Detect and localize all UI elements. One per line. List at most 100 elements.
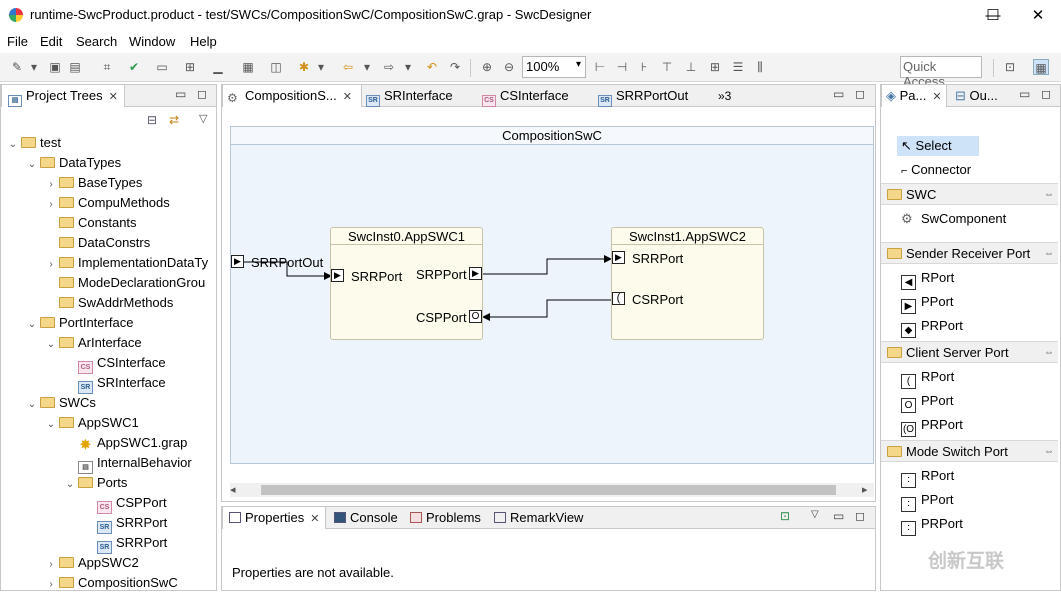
dropdown-icon[interactable]: ▾ — [316, 59, 326, 75]
tab-console[interactable]: Console — [334, 507, 398, 529]
menu-search[interactable]: Search — [76, 34, 117, 49]
palette-item[interactable]: ▶ PPort — [901, 292, 954, 314]
menu-window[interactable]: Window — [129, 34, 175, 49]
collapse-icon[interactable]: ⇔ — [1044, 243, 1054, 265]
swc1-srp-port[interactable]: ▶ — [469, 267, 482, 280]
tab-problems[interactable]: Problems — [410, 507, 481, 529]
dropdown-icon[interactable]: ▾ — [403, 59, 413, 75]
collapsed-icon[interactable]: › — [45, 575, 57, 595]
expanded-icon[interactable]: ⌄ — [64, 475, 76, 495]
collapsed-icon[interactable]: › — [45, 175, 57, 195]
palette-item[interactable]: (RPort — [901, 367, 954, 389]
align-center-icon[interactable]: ⊣ — [614, 59, 630, 75]
layout-icon[interactable]: ⌗ — [99, 59, 115, 75]
maximize-icon[interactable]: ◻ — [855, 509, 865, 523]
maximize-icon[interactable]: ◻ — [197, 87, 207, 101]
tool-icon[interactable]: ✱ — [296, 59, 312, 75]
maximize-icon[interactable]: ◻ — [1041, 87, 1051, 101]
tab-csinterface[interactable]: CS CSInterface — [482, 85, 569, 107]
tab-outline[interactable]: ⊟ Ou... — [955, 85, 998, 107]
align-left-icon[interactable]: ⊢ — [592, 59, 608, 75]
collapse-icon[interactable]: ⇔ — [1044, 184, 1054, 206]
close-icon[interactable]: ✕ — [343, 91, 352, 103]
tab-overflow[interactable]: »3 — [718, 85, 731, 107]
tree-node[interactable]: SR SRRPort — [83, 513, 167, 534]
tree-node[interactable]: CS CSInterface — [64, 353, 166, 374]
palette-group-client-server-port[interactable]: Client Server Port ⇔ — [881, 341, 1058, 363]
dropdown-icon[interactable]: ▾ — [29, 59, 39, 75]
tree-node[interactable]: DataConstrs — [45, 233, 150, 253]
palette-item[interactable]: ⚙ SwComponent — [901, 209, 1006, 229]
outer-srr-port[interactable]: ▶ — [231, 255, 244, 268]
new-icon[interactable]: ✎ — [9, 59, 25, 75]
align-top-icon[interactable]: ⊤ — [659, 59, 675, 75]
tab-project-trees[interactable]: ▤ Project Trees ✕ — [1, 85, 125, 107]
align-right-icon[interactable]: ⊦ — [636, 59, 652, 75]
close-icon[interactable]: ✕ — [310, 513, 319, 525]
tree-node[interactable]: ⌄ PortInterface — [26, 313, 134, 335]
quick-access-input[interactable]: Quick Access — [900, 56, 982, 89]
save-icon[interactable]: ▣ — [47, 59, 63, 75]
minimize-icon[interactable]: ▭ — [175, 87, 186, 101]
tree-node[interactable]: Constants — [45, 213, 137, 233]
collapse-all-icon[interactable]: ⊟ — [147, 113, 157, 127]
swc1-srr-port[interactable]: ▶ — [331, 269, 344, 282]
scroll-thumb[interactable] — [261, 485, 836, 495]
undo-icon[interactable]: ↶ — [424, 59, 440, 75]
maximize-icon[interactable]: ◻ — [855, 87, 865, 101]
tree-node[interactable]: ⌄ SWCs — [26, 393, 96, 413]
tab-composition[interactable]: ⚙ CompositionS... ✕ — [222, 85, 362, 107]
expanded-icon[interactable]: ⌄ — [45, 415, 57, 435]
table-icon[interactable]: ▦ — [240, 59, 256, 75]
tree-node[interactable]: › AppSWC2 — [45, 553, 138, 575]
tree-node[interactable]: SR SRInterface — [64, 373, 166, 394]
minimize-icon[interactable]: ▭ — [1019, 87, 1030, 101]
tree-icon[interactable]: ⊞ — [182, 59, 198, 75]
expanded-icon[interactable]: ⌄ — [26, 155, 38, 175]
palette-item[interactable]: ∶ PRPort — [901, 514, 963, 536]
chart-icon[interactable]: ▁ — [210, 59, 226, 75]
same-height-icon[interactable]: ☰ — [730, 59, 746, 75]
open-icon[interactable]: ▭ — [154, 59, 170, 75]
pin-icon[interactable]: ⊡ — [780, 509, 790, 523]
tab-properties[interactable]: Properties ✕ — [222, 507, 327, 529]
zoom-in-icon[interactable]: ⊕ — [479, 59, 495, 75]
minimize-icon[interactable]: ▭ — [833, 509, 844, 523]
tree-node[interactable]: ⌄ ArInterface — [45, 333, 142, 353]
minimize-icon[interactable]: ▭ — [833, 87, 844, 101]
palette-group-mode-switch-port[interactable]: Mode Switch Port ⇔ — [881, 440, 1058, 462]
palette-item[interactable]: ◆ PRPort — [901, 316, 963, 338]
validate-icon[interactable]: ✔ — [126, 59, 142, 75]
menu-edit[interactable]: Edit — [40, 34, 62, 49]
tree-node[interactable]: SR SRRPort — [83, 533, 167, 554]
palette-select-tool[interactable]: ↖ Select — [897, 136, 979, 156]
menu-help[interactable]: Help — [190, 34, 217, 49]
close-icon[interactable]: ✕ — [932, 91, 941, 103]
tree-node[interactable]: ⌄ test — [7, 133, 61, 153]
view-menu-icon[interactable]: ▽ — [811, 509, 819, 520]
collapsed-icon[interactable]: › — [45, 195, 57, 215]
tree-node[interactable]: SwAddrMethods — [45, 293, 173, 313]
open-perspective-icon[interactable]: ⊡ — [1002, 59, 1018, 75]
expanded-icon[interactable]: ⌄ — [26, 315, 38, 335]
collapsed-icon[interactable]: › — [45, 555, 57, 575]
maximize-button[interactable]: ☐ — [970, 0, 1016, 31]
frame-icon[interactable]: ◫ — [268, 59, 284, 75]
dropdown-icon[interactable]: ▾ — [362, 59, 372, 75]
palette-item[interactable]: ∶ RPort — [901, 466, 954, 488]
back-icon[interactable]: ⇦ — [340, 59, 356, 75]
view-menu-icon[interactable]: ▽ — [199, 112, 207, 125]
swc1-csp-port[interactable]: O — [469, 310, 482, 323]
scroll-right-icon[interactable]: ▸ — [862, 483, 868, 496]
expanded-icon[interactable]: ⌄ — [45, 335, 57, 355]
tab-palette[interactable]: ◈ Pa... ✕ — [881, 85, 947, 107]
tree-node[interactable]: CS CSPPort — [83, 493, 167, 514]
zoom-select[interactable]: 100% ▾ — [522, 56, 586, 78]
tree-node[interactable]: ModeDeclarationGrou — [45, 273, 205, 293]
save-all-icon[interactable]: ▤ — [67, 59, 83, 75]
scroll-left-icon[interactable]: ◂ — [230, 483, 236, 496]
palette-item[interactable]: O PPort — [901, 391, 954, 413]
horizontal-scrollbar[interactable]: ◂ ▸ — [230, 483, 874, 497]
tab-srinterface[interactable]: SR SRInterface — [366, 85, 453, 107]
same-width-icon[interactable]: ⫼ — [752, 59, 768, 75]
